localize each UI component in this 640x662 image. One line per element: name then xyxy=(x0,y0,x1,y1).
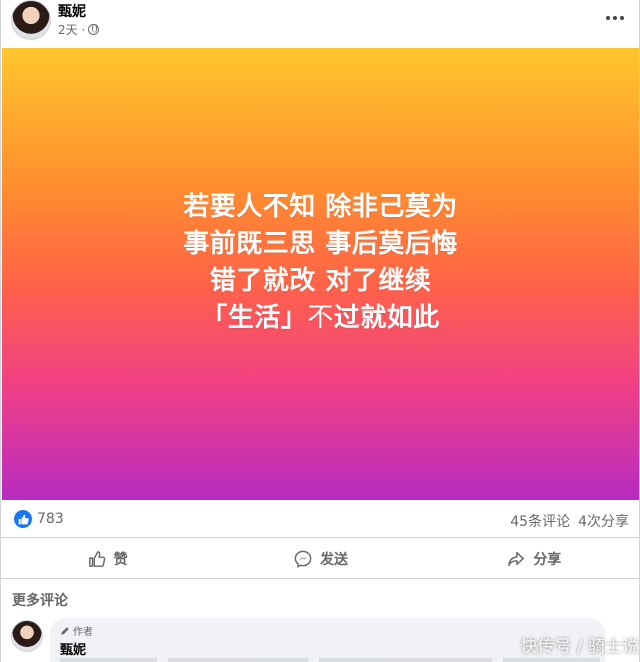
post-line-3: 错了就改 对了继续 xyxy=(209,266,432,296)
comment-avatar[interactable] xyxy=(11,620,43,652)
like-count[interactable]: 783 xyxy=(37,511,64,527)
post-line-1: 若要人不知 除非己莫为 xyxy=(183,192,458,222)
post-stats: 45条评论 4次分享 xyxy=(510,511,629,531)
like-label: 赞 xyxy=(113,551,128,568)
send-label: 发送 xyxy=(319,551,348,568)
post-header: 甄妮 2天 · xyxy=(1,0,639,48)
like-reaction-icon[interactable] xyxy=(14,510,32,528)
share-label: 分享 xyxy=(533,551,562,568)
post-line-4-c: 过就如此 xyxy=(333,303,440,333)
comment-author[interactable]: 甄妮 xyxy=(60,639,86,658)
action-bar: 赞 发送 分享 xyxy=(1,539,639,579)
author-badge: 作者 xyxy=(60,623,93,638)
post-text-background: 若要人不知 除非己莫为 事前既三思 事后莫后悔 错了就改 对了继续 「生活」不过… xyxy=(2,48,639,500)
pencil-icon xyxy=(61,626,69,635)
author-avatar[interactable] xyxy=(11,0,51,40)
share-icon xyxy=(508,551,525,566)
send-button[interactable]: 发送 xyxy=(214,539,427,578)
share-button[interactable]: 分享 xyxy=(428,539,639,578)
author-name[interactable]: 甄妮 xyxy=(58,1,86,21)
share-count[interactable]: 4次分享 xyxy=(578,511,629,531)
more-comments-link[interactable]: 更多评论 xyxy=(12,590,68,610)
post-card: 甄妮 2天 · 若要人不知 除非己莫为 事前既三思 事后莫后悔 错了就改 对了继… xyxy=(0,0,640,662)
comment-text xyxy=(60,658,600,662)
like-icon xyxy=(88,550,105,567)
post-meta: 2天 · xyxy=(58,21,100,38)
reaction-summary: 783 45条评论 4次分享 xyxy=(1,500,639,538)
post-time[interactable]: 2天 · xyxy=(58,21,85,38)
author-badge-label: 作者 xyxy=(73,627,93,638)
post-line-4: 「生活」不过就如此 xyxy=(183,300,458,337)
messenger-icon xyxy=(294,550,312,568)
post-line-4-b: 不 xyxy=(307,303,334,333)
post-line-2: 事前既三思 事后莫后悔 xyxy=(183,229,458,259)
globe-icon xyxy=(88,24,100,35)
post-line-4-a: 「生活」 xyxy=(201,303,308,333)
like-button[interactable]: 赞 xyxy=(1,539,214,578)
more-options-icon[interactable] xyxy=(603,8,627,28)
watermark: 快传号 / 骑士说 xyxy=(520,637,639,657)
post-text: 若要人不知 除非己莫为 事前既三思 事后莫后悔 错了就改 对了继续 「生活」不过… xyxy=(183,189,458,337)
comment-count[interactable]: 45条评论 xyxy=(510,511,570,531)
